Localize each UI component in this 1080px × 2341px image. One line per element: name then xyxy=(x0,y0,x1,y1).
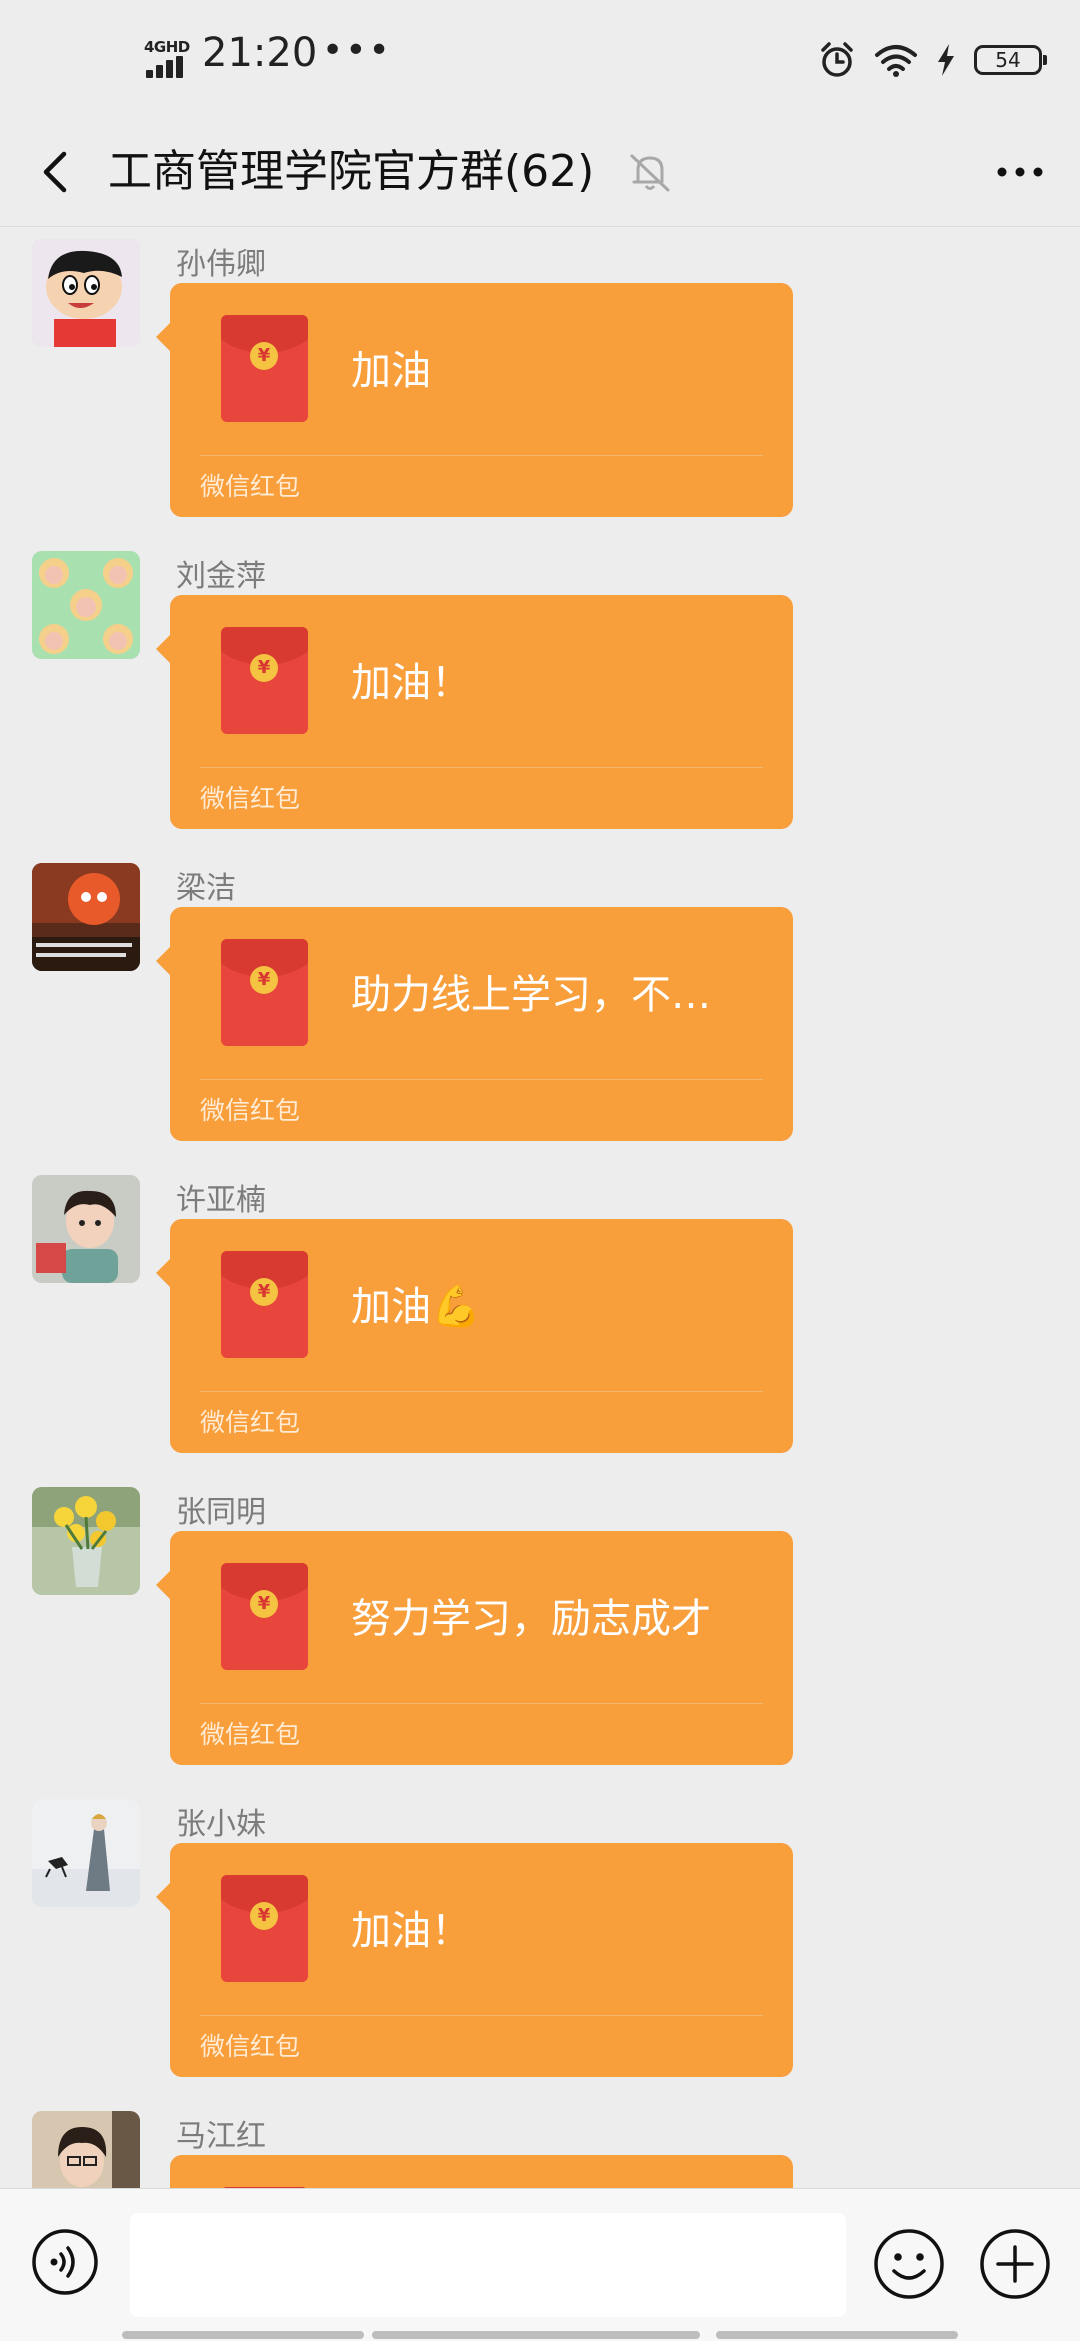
chat-title: 工商管理学院官方群(62) xyxy=(108,146,595,197)
message-item: 刘金萍 ¥ 加油！ 微信红包 xyxy=(0,545,1080,845)
red-packet-icon: ¥ xyxy=(221,1563,308,1670)
battery-icon: 54 xyxy=(974,45,1047,75)
red-packet-label: 微信红包 xyxy=(200,1096,301,1125)
sender-name: 梁洁 xyxy=(176,871,236,906)
network-type: 4GHD xyxy=(144,38,190,56)
red-packet-label: 微信红包 xyxy=(200,2032,301,2061)
alarm-icon xyxy=(821,42,853,77)
red-packet-label: 微信红包 xyxy=(200,1720,301,1749)
charging-icon xyxy=(938,44,954,76)
avatar[interactable] xyxy=(32,1799,140,1907)
red-packet-bubble[interactable]: ¥ 助力线上学习，不… 微信红包 xyxy=(156,907,793,1141)
nav-indicator xyxy=(716,2331,958,2339)
message-list[interactable]: 孙伟卿 ¥ 加油 微信红包 刘金萍 ¥ 加油！ 微信红包 梁洁 ¥ 助力线上学习… xyxy=(0,228,1080,2188)
red-packet-label: 微信红包 xyxy=(200,1408,301,1437)
status-bar: 4GHD 21:20 ••• 54 xyxy=(0,0,1080,120)
avatar[interactable] xyxy=(32,551,140,659)
red-packet-message: 助力线上学习，不… xyxy=(351,972,711,1018)
status-time: 21:20 xyxy=(202,30,318,76)
red-packet-message: 加油💪 xyxy=(351,1284,481,1330)
red-packet-message: 加油 xyxy=(351,348,431,394)
sender-name: 张小妹 xyxy=(176,1807,266,1842)
sender-name: 孙伟卿 xyxy=(176,247,266,282)
avatar[interactable] xyxy=(32,863,140,971)
status-more-dots: ••• xyxy=(322,30,392,71)
red-packet-bubble[interactable]: ¥ 加油！ 微信红包 xyxy=(156,1843,793,2077)
red-packet-bubble[interactable]: ¥ 加油！ 微信红包 xyxy=(156,595,793,829)
plus-icon[interactable] xyxy=(978,2227,1052,2301)
message-input[interactable] xyxy=(130,2213,846,2317)
message-item: 许亚楠 ¥ 加油💪 微信红包 xyxy=(0,1169,1080,1469)
red-packet-bubble[interactable]: ¥ 加油💪 微信红包 xyxy=(156,1219,793,1453)
red-packet-icon: ¥ xyxy=(221,315,308,422)
message-item: 张小妹 ¥ 加油！ 微信红包 xyxy=(0,1793,1080,2093)
more-icon[interactable] xyxy=(990,146,1050,198)
message-item: 孙伟卿 ¥ 加油 微信红包 xyxy=(0,233,1080,533)
sender-name: 刘金萍 xyxy=(176,559,266,594)
red-packet-message: 加油！ xyxy=(351,660,471,706)
sender-name: 许亚楠 xyxy=(176,1183,266,1218)
red-packet-bubble[interactable]: ¥ xyxy=(170,2155,793,2188)
red-packet-label: 微信红包 xyxy=(200,472,301,501)
message-item: 梁洁 ¥ 助力线上学习，不… 微信红包 xyxy=(0,857,1080,1157)
red-packet-icon: ¥ xyxy=(221,1251,308,1358)
avatar[interactable] xyxy=(32,2111,140,2188)
red-packet-label: 微信红包 xyxy=(200,784,301,813)
voice-icon[interactable] xyxy=(30,2227,100,2297)
red-packet-bubble[interactable]: ¥ 加油 微信红包 xyxy=(156,283,793,517)
nav-indicator xyxy=(372,2331,700,2339)
avatar[interactable] xyxy=(32,1487,140,1595)
avatar[interactable] xyxy=(32,239,140,347)
red-packet-icon: ¥ xyxy=(221,1875,308,1982)
back-icon[interactable] xyxy=(28,140,88,204)
message-item: 张同明 ¥ 努力学习，励志成才 微信红包 xyxy=(0,1481,1080,1781)
emoji-icon[interactable] xyxy=(872,2227,946,2301)
message-item: 马江红 ¥ xyxy=(0,2105,1080,2188)
nav-bar: 工商管理学院官方群(62) xyxy=(0,120,1080,227)
nav-indicator xyxy=(122,2331,364,2339)
avatar[interactable] xyxy=(32,1175,140,1283)
red-packet-message: 加油！ xyxy=(351,1908,471,1954)
red-packet-icon: ¥ xyxy=(221,627,308,734)
sender-name: 马江红 xyxy=(176,2119,266,2154)
red-packet-icon: ¥ xyxy=(221,939,308,1046)
input-bar xyxy=(0,2188,1080,2341)
red-packet-message: 努力学习，励志成才 xyxy=(351,1596,711,1642)
signal-icon: 4GHD xyxy=(144,38,192,78)
battery-level: 54 xyxy=(995,48,1021,72)
mute-icon xyxy=(630,154,670,192)
red-packet-bubble[interactable]: ¥ 努力学习，励志成才 微信红包 xyxy=(156,1531,793,1765)
wifi-icon xyxy=(875,45,917,77)
sender-name: 张同明 xyxy=(176,1495,266,1530)
